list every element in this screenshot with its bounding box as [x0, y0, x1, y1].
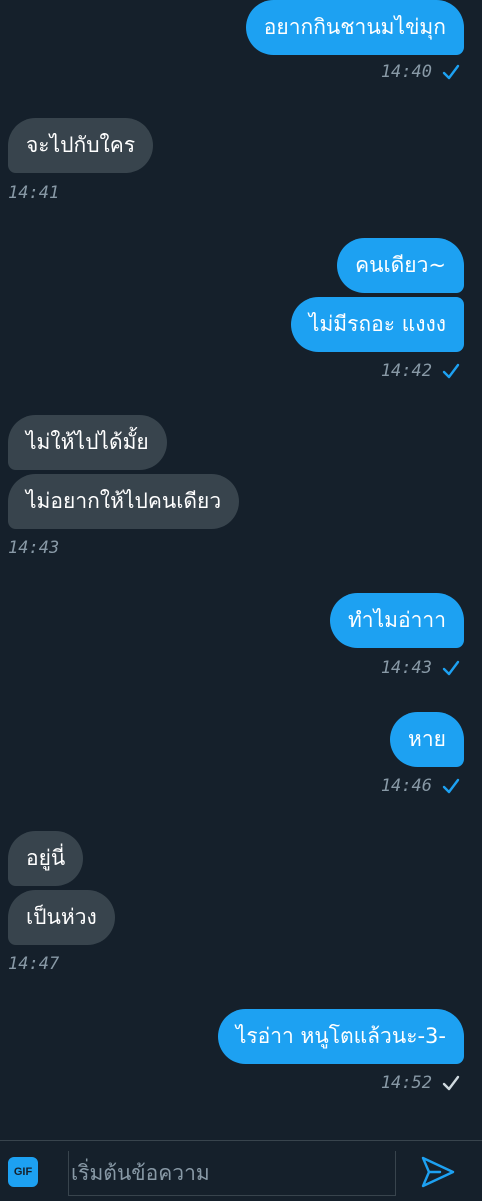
message-bubble-sent[interactable]: ไม่มีรถอะ แงงง — [290, 297, 464, 352]
message-meta: 14:43 — [8, 538, 59, 558]
message-meta: 14:52 — [381, 1073, 460, 1093]
message-bubble-received[interactable]: ไม่ให้ไปได้มั้ย — [8, 415, 167, 470]
message-bubble-sent[interactable]: หาย — [390, 712, 464, 767]
message-bubble-sent[interactable]: ทำไมอ่าาา — [329, 593, 464, 648]
timestamp: 14:42 — [380, 361, 432, 381]
message-meta: 14:43 — [381, 658, 460, 678]
timestamp: 14:40 — [380, 62, 432, 82]
send-icon[interactable] — [420, 1155, 456, 1189]
message-text: จะไปกับใคร — [26, 133, 136, 157]
message-bubble-sent[interactable]: อยากกินชานมไข่มุก — [245, 0, 464, 55]
message-text: ไม่มีรถอะ แงงง — [308, 312, 446, 336]
message-bubble-sent[interactable]: ไรอ่าา หนูโตแล้วนะ-3- — [217, 1009, 464, 1064]
message-text: เป็นห่วง — [26, 905, 97, 929]
message-bubble-received[interactable]: เป็นห่วง — [8, 890, 115, 945]
timestamp: 14:47 — [8, 954, 60, 974]
message-text: หาย — [408, 727, 446, 751]
message-composer: GIF เริ่มต้นข้อความ — [0, 1140, 482, 1201]
read-check-icon — [442, 778, 460, 794]
message-input-placeholder: เริ่มต้นข้อความ — [71, 1161, 210, 1185]
message-meta: 14:41 — [8, 183, 59, 203]
message-text: อยากกินชานมไข่มุก — [263, 15, 446, 39]
message-bubble-received[interactable]: อยู่นี่ — [8, 831, 84, 886]
gif-button[interactable]: GIF — [8, 1157, 38, 1187]
message-text: คนเดียว~ — [355, 253, 446, 277]
read-check-icon — [442, 660, 460, 676]
message-text: ไม่อยากให้ไปคนเดียว — [26, 489, 222, 513]
read-check-icon — [442, 64, 460, 80]
message-text: อยู่นี่ — [26, 846, 66, 870]
message-bubble-received[interactable]: จะไปกับใคร — [8, 118, 154, 173]
message-text: ทำไมอ่าาา — [347, 608, 446, 632]
timestamp: 14:52 — [380, 1073, 432, 1093]
timestamp: 14:46 — [380, 776, 432, 796]
gif-icon: GIF — [13, 1166, 33, 1178]
timestamp: 14:41 — [8, 183, 60, 203]
message-meta: 14:40 — [381, 62, 460, 82]
read-check-icon — [442, 363, 460, 379]
sent-check-icon — [442, 1075, 460, 1091]
message-input[interactable]: เริ่มต้นข้อความ — [68, 1151, 396, 1196]
message-text: ไรอ่าา หนูโตแล้วนะ-3- — [235, 1024, 446, 1048]
message-text: ไม่ให้ไปได้มั้ย — [26, 430, 149, 454]
message-meta: 14:46 — [381, 776, 460, 796]
message-meta: 14:42 — [381, 361, 460, 381]
message-bubble-received[interactable]: ไม่อยากให้ไปคนเดียว — [8, 474, 240, 529]
message-meta: 14:47 — [8, 954, 59, 974]
message-bubble-sent[interactable]: คนเดียว~ — [337, 238, 464, 293]
timestamp: 14:43 — [8, 538, 60, 558]
timestamp: 14:43 — [380, 658, 432, 678]
